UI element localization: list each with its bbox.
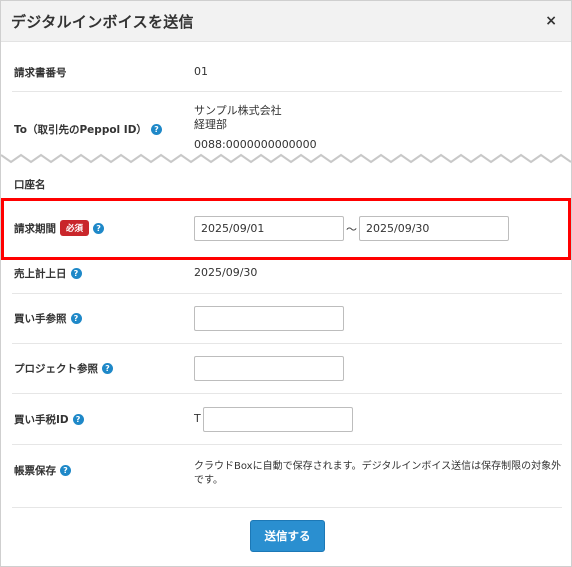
date-range-separator: ～: [346, 223, 357, 236]
row-divider: [12, 91, 562, 92]
row-divider: [12, 393, 562, 394]
help-icon[interactable]: ?: [60, 465, 71, 476]
invoice-number-value: 01: [194, 65, 208, 78]
help-icon[interactable]: ?: [102, 363, 113, 374]
help-icon[interactable]: ?: [150, 124, 162, 135]
buyer-tax-id-label: 買い手税ID?: [14, 412, 84, 427]
buyer-reference-input[interactable]: [194, 306, 344, 331]
required-badge: 必須: [60, 220, 90, 236]
help-icon[interactable]: ?: [72, 414, 84, 425]
billing-period-label: 請求期間 必須?: [14, 220, 105, 236]
project-reference-label-text: プロジェクト参照: [14, 363, 98, 375]
project-reference-label: プロジェクト参照?: [14, 361, 113, 376]
project-reference-input[interactable]: [194, 356, 344, 381]
row-divider: [12, 293, 562, 294]
billing-period-label-text: 請求期間: [14, 223, 56, 235]
ledger-storage-label-text: 帳票保存: [14, 465, 56, 477]
ledger-storage-label: 帳票保存?: [14, 463, 71, 478]
dialog-header: デジタルインボイスを送信 ×: [1, 1, 571, 42]
row-divider: [12, 507, 562, 508]
account-name-label: 口座名: [14, 179, 46, 191]
close-icon[interactable]: ×: [545, 13, 557, 29]
to-label: To（取引先のPeppol ID）?: [14, 122, 162, 137]
sales-date-label: 売上計上日?: [14, 266, 82, 281]
help-icon[interactable]: ?: [70, 268, 82, 279]
buyer-tax-id-input[interactable]: [203, 407, 353, 432]
help-icon[interactable]: ?: [93, 223, 105, 234]
help-icon[interactable]: ?: [70, 313, 82, 324]
billing-period-start-input[interactable]: [194, 216, 344, 241]
billing-period-end-input[interactable]: [359, 216, 509, 241]
submit-button[interactable]: 送信する: [250, 520, 325, 552]
row-divider: [12, 444, 562, 445]
ledger-storage-line2: です。: [194, 475, 223, 486]
sales-date-value: 2025/09/30: [194, 266, 258, 279]
sales-date-label-text: 売上計上日: [14, 268, 67, 280]
buyer-reference-label-text: 買い手参照: [14, 313, 67, 325]
buyer-reference-label: 買い手参照?: [14, 311, 82, 326]
ledger-storage-line1: クラウドBoxに自動で保存されます。デジタルインボイス送信は保存制限の対象外: [194, 461, 562, 472]
dialog-title: デジタルインボイスを送信: [11, 13, 194, 31]
zigzag-break: [1, 153, 571, 164]
to-department: 経理部: [194, 118, 227, 131]
invoice-number-label: 請求書番号: [14, 67, 67, 79]
tax-id-prefix: T: [194, 412, 201, 425]
send-digital-invoice-dialog: デジタルインボイスを送信 × 請求書番号 01 To（取引先のPeppol ID…: [0, 0, 572, 567]
to-label-text: To（取引先のPeppol ID）: [14, 124, 147, 136]
row-divider: [12, 343, 562, 344]
buyer-tax-id-label-text: 買い手税ID: [14, 414, 69, 426]
